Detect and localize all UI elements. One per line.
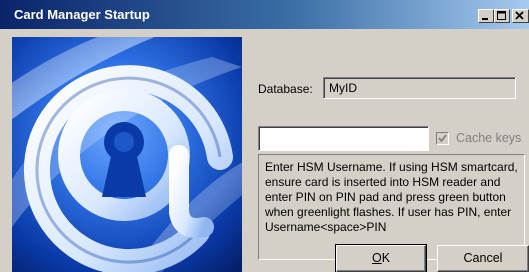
minimize-icon xyxy=(482,18,488,20)
ok-label-rest: K xyxy=(381,251,391,265)
maximize-icon xyxy=(497,11,506,20)
minimize-button[interactable] xyxy=(478,9,494,23)
cache-keys-label: Cache keys xyxy=(456,131,522,145)
checkmark-icon xyxy=(438,134,447,143)
window-title: Card Manager Startup xyxy=(14,7,150,22)
close-button[interactable] xyxy=(512,9,529,23)
ok-mnemonic: O xyxy=(371,251,382,265)
database-label: Database: xyxy=(258,82,313,96)
maximize-button[interactable] xyxy=(494,9,510,23)
dialog-body: Database: MyID Cache keys Enter HSM User… xyxy=(0,29,529,272)
ok-button[interactable]: OK xyxy=(335,244,427,272)
logo-panel xyxy=(12,37,242,272)
cancel-button[interactable]: Cancel xyxy=(437,245,529,272)
close-icon xyxy=(515,11,524,20)
database-field: MyID xyxy=(323,77,516,99)
keyhole-at-logo xyxy=(12,37,242,272)
title-bar[interactable]: Card Manager Startup xyxy=(0,0,529,29)
checkbox-box[interactable] xyxy=(436,132,449,145)
username-input[interactable] xyxy=(258,126,429,151)
